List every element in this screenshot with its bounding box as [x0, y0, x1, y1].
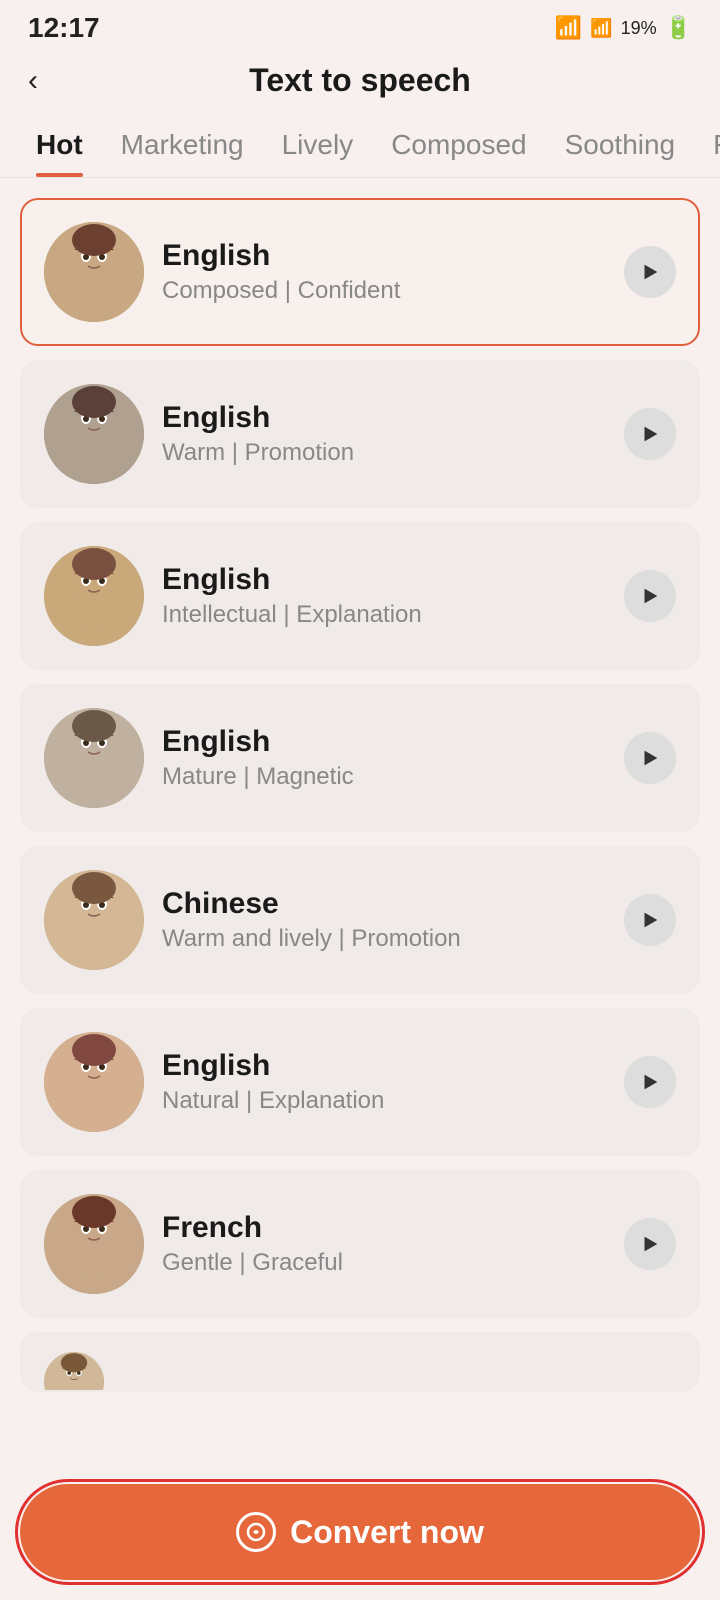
voice-info: English Mature | Magnetic — [162, 725, 606, 791]
status-bar: 12:17 📶 📶 19% 🔋 — [0, 0, 720, 52]
avatar — [44, 1352, 104, 1392]
voice-description: Natural | Explanation — [162, 1087, 606, 1115]
voice-card-5[interactable]: Chinese Warm and lively | Promotion — [20, 846, 700, 994]
battery-icon: 🔋 — [665, 15, 692, 41]
tab-composed[interactable]: Composed — [375, 117, 542, 177]
status-icons: 📶 📶 19% 🔋 — [555, 15, 692, 41]
page-title: Text to speech — [249, 62, 471, 99]
voice-language: English — [162, 563, 606, 597]
play-icon — [639, 423, 661, 445]
voice-info: English Composed | Confident — [162, 239, 606, 305]
convert-icon — [236, 1512, 276, 1552]
voice-card-6[interactable]: English Natural | Explanation — [20, 1008, 700, 1156]
tab-hot[interactable]: Hot — [20, 117, 99, 177]
avatar — [44, 708, 144, 808]
play-button[interactable] — [624, 1218, 676, 1270]
battery-indicator: 19% — [621, 18, 657, 39]
voice-card-3[interactable]: English Intellectual | Explanation — [20, 522, 700, 670]
voice-info: English Natural | Explanation — [162, 1049, 606, 1115]
play-button[interactable] — [624, 570, 676, 622]
voice-language: English — [162, 1049, 606, 1083]
play-icon — [639, 1071, 661, 1093]
voice-description: Composed | Confident — [162, 277, 606, 305]
tab-soothing[interactable]: Soothing — [549, 117, 692, 177]
voice-language: English — [162, 239, 606, 273]
voice-description: Mature | Magnetic — [162, 763, 606, 791]
tab-female[interactable]: Female — [697, 117, 720, 177]
signal-icon: 📶 — [590, 18, 612, 39]
voice-card-4[interactable]: English Mature | Magnetic — [20, 684, 700, 832]
play-button[interactable] — [624, 246, 676, 298]
avatar — [44, 1194, 144, 1294]
avatar — [44, 870, 144, 970]
play-button[interactable] — [624, 732, 676, 784]
wifi-icon: 📶 — [555, 15, 582, 41]
play-button[interactable] — [624, 408, 676, 460]
play-icon — [639, 909, 661, 931]
tab-marketing[interactable]: Marketing — [105, 117, 260, 177]
back-button[interactable]: ‹ — [28, 64, 38, 98]
voice-card-2[interactable]: English Warm | Promotion — [20, 360, 700, 508]
header: ‹ Text to speech — [0, 52, 720, 117]
voice-list: English Composed | Confident English War… — [0, 178, 720, 1552]
play-icon — [639, 261, 661, 283]
voice-language: Chinese — [162, 887, 606, 921]
voice-info: English Intellectual | Explanation — [162, 563, 606, 629]
voice-description: Warm and lively | Promotion — [162, 925, 606, 953]
voice-info: French Gentle | Graceful — [162, 1211, 606, 1277]
avatar — [44, 1032, 144, 1132]
voice-info: Chinese Warm and lively | Promotion — [162, 887, 606, 953]
convert-now-button[interactable]: Convert now — [20, 1484, 700, 1580]
voice-description: Warm | Promotion — [162, 439, 606, 467]
play-icon — [639, 1233, 661, 1255]
status-time: 12:17 — [28, 12, 100, 44]
voice-description: Intellectual | Explanation — [162, 601, 606, 629]
voice-language: English — [162, 401, 606, 435]
bottom-bar: Convert now — [0, 1468, 720, 1600]
play-icon — [639, 747, 661, 769]
voice-description: Gentle | Graceful — [162, 1249, 606, 1277]
avatar — [44, 546, 144, 646]
voice-card-1[interactable]: English Composed | Confident — [20, 198, 700, 346]
voice-card-8[interactable] — [20, 1332, 700, 1392]
avatar — [44, 384, 144, 484]
avatar — [44, 222, 144, 322]
voice-info: English Warm | Promotion — [162, 401, 606, 467]
play-button[interactable] — [624, 894, 676, 946]
tabs-bar: HotMarketingLivelyComposedSoothingFemale — [0, 117, 720, 178]
play-icon — [639, 585, 661, 607]
convert-btn-label: Convert now — [290, 1514, 484, 1551]
play-button[interactable] — [624, 1056, 676, 1108]
voice-language: French — [162, 1211, 606, 1245]
voice-card-7[interactable]: French Gentle | Graceful — [20, 1170, 700, 1318]
tab-lively[interactable]: Lively — [266, 117, 370, 177]
voice-language: English — [162, 725, 606, 759]
